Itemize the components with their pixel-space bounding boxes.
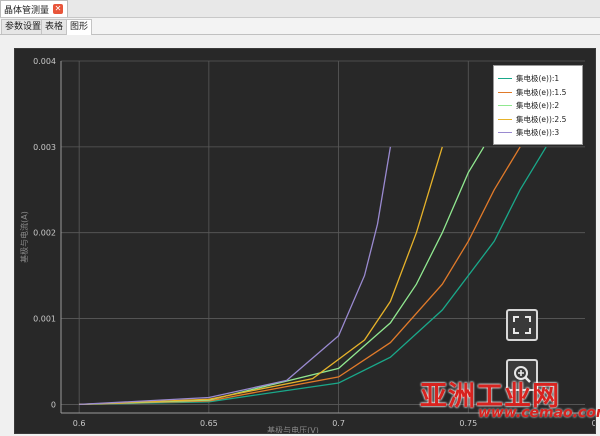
y-tick-label: 0.004 bbox=[33, 57, 56, 66]
x-tick-label: 0.75 bbox=[459, 419, 477, 428]
view-tabs: 参数设置 表格 图形 bbox=[0, 18, 600, 35]
legend-label: 集电极(e)):1 bbox=[516, 74, 560, 83]
x-tick-label: 0.65 bbox=[200, 419, 218, 428]
legend-swatch bbox=[498, 78, 512, 79]
tab-table[interactable]: 表格 bbox=[41, 19, 68, 34]
legend-item: 集电极(e)):3 bbox=[498, 126, 559, 139]
x-axis-label: 基极与电压(V) bbox=[267, 425, 319, 433]
legend-swatch bbox=[498, 105, 512, 106]
watermark-url: www.cemao.com bbox=[478, 405, 600, 421]
legend-swatch bbox=[498, 132, 512, 133]
series-line-3 bbox=[79, 146, 485, 406]
legend-label: 集电极(e)):3 bbox=[516, 128, 560, 137]
close-icon[interactable]: ✕ bbox=[53, 4, 64, 14]
legend-item: 集电极(e)):2.5 bbox=[498, 113, 566, 126]
fullscreen-icon[interactable] bbox=[506, 309, 538, 341]
legend-swatch bbox=[498, 91, 512, 93]
y-tick-label: 0.002 bbox=[33, 229, 56, 238]
tab-parameters[interactable]: 参数设置 bbox=[1, 19, 46, 34]
legend-label: 集电极(e)):2.5 bbox=[516, 114, 567, 124]
y-tick-label: 0.003 bbox=[33, 143, 56, 152]
x-tick-label: 0.6 bbox=[73, 419, 86, 428]
chart-legend: 集电极(e)):1 集电极(e)):1.5 集电极(e)):2 集电极(e)):2.5… bbox=[493, 65, 583, 145]
tab-chart[interactable]: 图形 bbox=[66, 19, 93, 35]
document-tab-bar: 晶体管测量 ✕ bbox=[0, 0, 600, 18]
series-line-4 bbox=[79, 146, 443, 406]
legend-item: 集电极(e)):1.5 bbox=[498, 86, 566, 99]
document-tab[interactable]: 晶体管测量 ✕ bbox=[0, 0, 69, 17]
legend-swatch bbox=[498, 118, 512, 120]
document-tab-title: 晶体管测量 bbox=[4, 5, 50, 16]
y-tick-label: 0 bbox=[51, 400, 56, 409]
legend-item: 集电极(e)):2 bbox=[498, 99, 559, 112]
series-line-2 bbox=[79, 146, 521, 406]
series-line-1 bbox=[79, 146, 547, 406]
series-line-5 bbox=[79, 146, 392, 406]
legend-label: 集电极(e)):1.5 bbox=[516, 87, 567, 97]
x-tick-label: 0.7 bbox=[332, 419, 345, 428]
legend-label: 集电极(e)):2 bbox=[516, 101, 560, 110]
legend-item: 集电极(e)):1 bbox=[498, 72, 559, 85]
y-tick-label: 0.001 bbox=[33, 315, 56, 324]
y-axis-label: 基极与电流(A) bbox=[19, 211, 29, 263]
